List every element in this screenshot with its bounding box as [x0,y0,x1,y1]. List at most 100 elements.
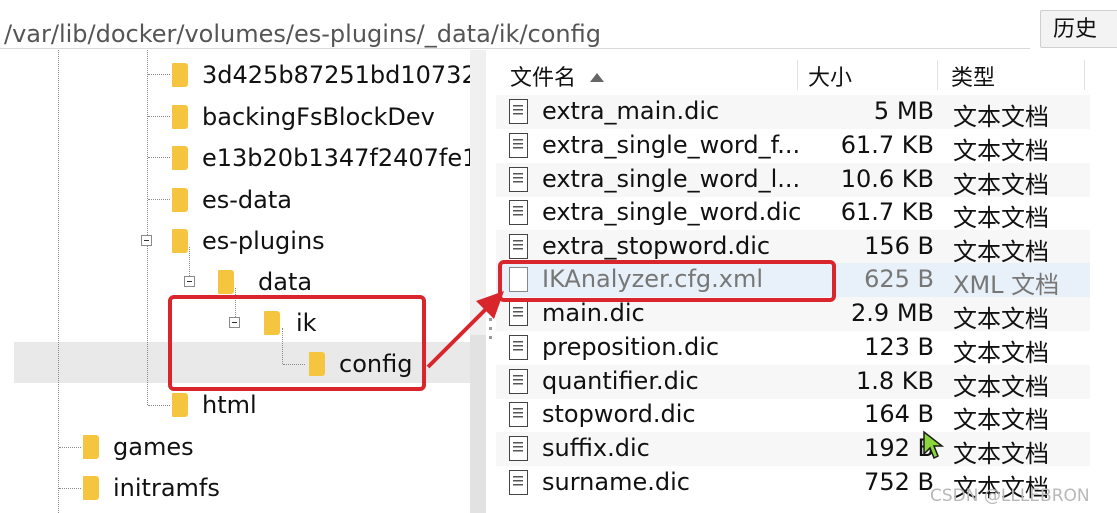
tree-item-games[interactable]: games [83,427,194,467]
collapse-toggle-es-plugins[interactable] [141,235,152,246]
file-size: 164 B [864,400,934,428]
file-name: extra_single_word.dic [542,198,802,226]
file-size: 192 B [864,434,934,462]
tree-item-e13b20b1[interactable]: e13b20b1347f2407fe13 [172,138,470,178]
file-row[interactable]: preposition.dic 123 B 文本文档 [496,331,1090,367]
tree-connector [58,50,59,513]
tree-item-ik[interactable]: ik [264,303,317,343]
file-name: extra_stopword.dic [542,232,771,260]
file-type: 文本文档 [953,305,1049,333]
tree-item-es-data[interactable]: es-data [172,180,292,220]
tree-connector [148,199,170,200]
file-type: 文本文档 [953,204,1049,232]
tree-item-es-plugins[interactable]: es-plugins [172,221,325,261]
column-header-size[interactable]: 大小 [808,60,852,92]
file-size: 10.6 KB [840,165,934,193]
folder-icon [309,352,325,376]
xml-file-icon [509,267,528,292]
file-row[interactable]: extra_single_word.dic 61.7 KB 文本文档 [496,196,1090,232]
tree-connector [283,364,305,365]
text-file-icon [509,436,528,461]
tree-connector [148,405,170,406]
file-size: 2.9 MB [851,299,934,327]
tree-connector [148,157,170,158]
tree-connector [147,50,148,405]
file-list-header: 文件名 大小 类型 [496,50,1090,99]
file-row[interactable]: stopword.dic 164 B 文本文档 [496,398,1090,434]
tree-scrollbar-thumb[interactable] [470,335,486,513]
tree-item-config[interactable]: config [309,344,412,384]
text-file-icon [509,470,528,495]
tree-item-3d425b87[interactable]: 3d425b87251bd107320 [172,55,470,95]
folder-icon [172,105,188,129]
file-type: 文本文档 [953,373,1049,401]
file-row[interactable]: extra_stopword.dic 156 B 文本文档 [496,230,1090,266]
address-path[interactable]: /var/lib/docker/volumes/es-plugins/_data… [4,20,601,48]
folder-icon [83,476,99,500]
column-separator[interactable] [937,60,938,90]
tree-connector [148,116,170,117]
file-name: preposition.dic [542,333,720,361]
file-name: stopword.dic [542,400,696,428]
text-file-icon [509,234,528,259]
tree-item-data[interactable]: data [218,262,312,302]
column-separator[interactable] [797,60,798,90]
tree-item-html[interactable]: html [172,385,257,425]
folder-icon [172,63,188,87]
column-separator[interactable] [1084,60,1085,90]
file-row-selected[interactable]: IKAnalyzer.cfg.xml 625 B XML 文档 [496,263,1090,299]
text-file-icon [509,369,528,394]
tree-item-backingfsblockdev[interactable]: backingFsBlockDev [172,97,435,137]
folder-icon [172,393,188,417]
file-row[interactable]: suffix.dic 192 B 文本文档 [496,432,1090,468]
folder-icon [172,188,188,212]
folder-icon [218,270,234,294]
text-file-icon [509,133,528,158]
tree-scrollbar[interactable] [470,50,486,513]
tree-item-initramfs[interactable]: initramfs [83,468,220,508]
address-bar[interactable]: /var/lib/docker/volumes/es-plugins/_data… [0,8,1030,49]
tree-item-label: 3d425b87251bd107320 [202,61,470,89]
file-name: quantifier.dic [542,367,699,395]
column-header-name-label: 文件名 [510,66,577,91]
column-header-name[interactable]: 文件名 [510,60,605,92]
file-name: IKAnalyzer.cfg.xml [542,265,764,293]
file-type: 文本文档 [953,238,1049,266]
file-size: 61.7 KB [840,198,934,226]
tree-item-label: data [258,268,313,296]
folder-icon [264,311,280,335]
file-row[interactable]: extra_single_word_f... 61.7 KB 文本文档 [496,129,1090,165]
file-type: 文本文档 [953,137,1049,165]
folder-icon [83,435,99,459]
watermark: CSDN @LLLEBRON [930,486,1090,506]
file-type: 文本文档 [953,440,1049,468]
tree-item-label: es-data [202,186,292,214]
pane-splitter[interactable] [489,300,492,350]
file-size: 123 B [864,333,934,361]
file-size: 61.7 KB [840,131,934,159]
file-row[interactable]: extra_main.dic 5 MB 文本文档 [496,95,1090,131]
file-name: extra_single_word_l... [542,165,801,193]
file-row[interactable]: quantifier.dic 1.8 KB 文本文档 [496,365,1090,401]
file-type: 文本文档 [953,103,1049,131]
file-name: extra_main.dic [542,97,720,125]
text-file-icon [509,402,528,427]
folder-icon [172,146,188,170]
sort-ascending-icon [590,73,605,82]
file-size: 625 B [864,265,934,293]
tree-item-label: config [339,350,413,378]
file-list: 文件名 大小 类型 extra_main.dic 5 MB 文本文档 extra… [496,50,1090,513]
file-type: XML 文档 [953,271,1060,299]
file-row[interactable]: extra_single_word_l... 10.6 KB 文本文档 [496,163,1090,199]
text-file-icon [509,99,528,124]
collapse-toggle-data[interactable] [184,276,195,287]
file-row[interactable]: main.dic 2.9 MB 文本文档 [496,297,1090,333]
column-header-type[interactable]: 类型 [951,60,995,92]
file-list-scrollbar[interactable] [1090,50,1117,513]
file-type: 文本文档 [953,171,1049,199]
history-button[interactable]: 历史 [1040,10,1117,48]
text-file-icon [509,301,528,326]
tree-connector [59,488,81,489]
file-size: 1.8 KB [856,367,934,395]
collapse-toggle-ik[interactable] [229,317,240,328]
